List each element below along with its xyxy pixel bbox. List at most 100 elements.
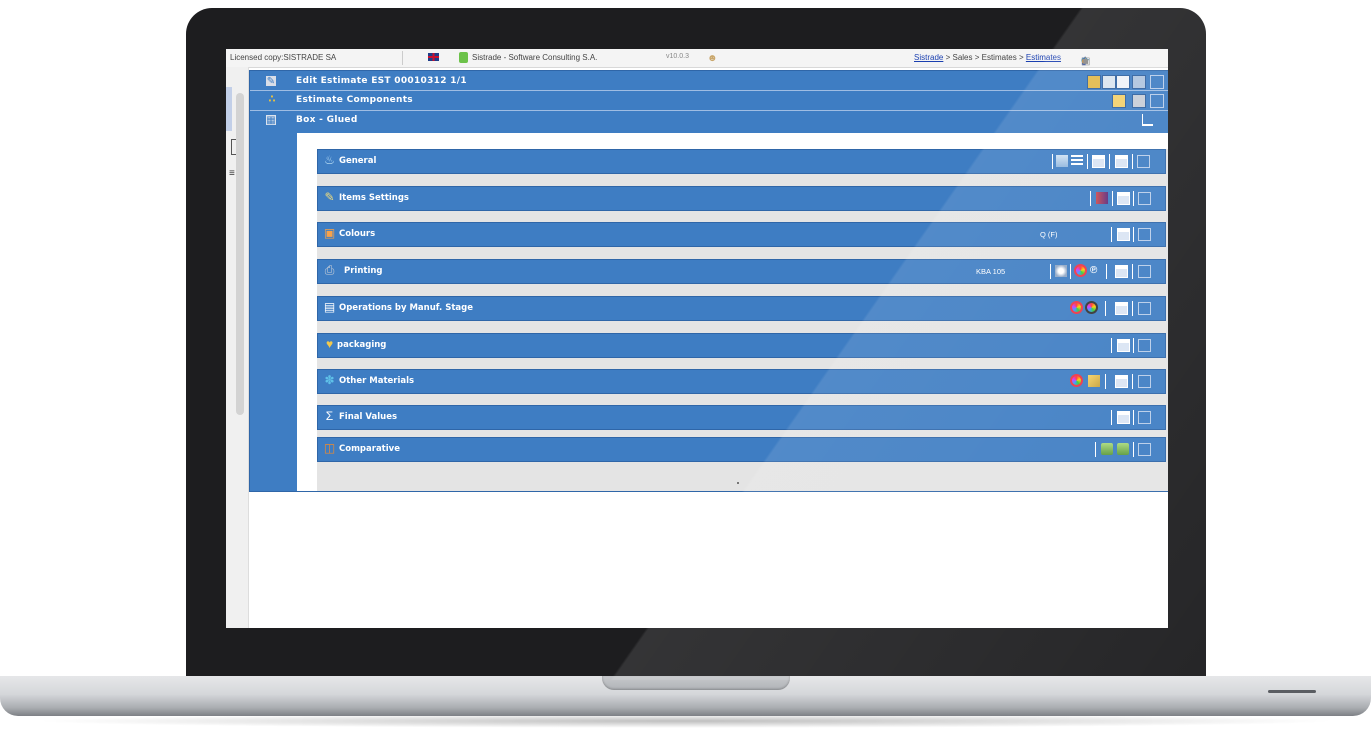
maximize-icon[interactable]: [1115, 265, 1128, 278]
estimate-components-header: ∴ Estimate Components: [250, 92, 1168, 109]
divider: [1132, 301, 1133, 316]
copy-icon[interactable]: [1132, 75, 1146, 89]
maximize-icon[interactable]: [1117, 411, 1130, 424]
divider: [1133, 410, 1134, 425]
laptop-opening-notch: [602, 676, 790, 690]
user-icon[interactable]: ☻: [707, 53, 718, 64]
panel-general[interactable]: ♨ General: [317, 149, 1166, 174]
window-icon[interactable]: [1138, 411, 1151, 424]
machine-icon[interactable]: [1055, 265, 1067, 277]
printing-value: KBA 105: [976, 267, 1006, 276]
top-bar: Licensed copy:SISTRADE SA Sistrade - Sof…: [226, 49, 1168, 68]
documents-icon[interactable]: [1102, 75, 1116, 89]
maximize-icon[interactable]: [1115, 375, 1128, 388]
grid-icon[interactable]: [1132, 94, 1146, 108]
window-icon[interactable]: [1138, 339, 1151, 352]
list-icon[interactable]: [1116, 75, 1130, 89]
panel-colours-label: Colours: [339, 229, 376, 239]
lines-icon[interactable]: [1071, 155, 1083, 167]
panel-other-materials[interactable]: ✽ Other Materials: [317, 369, 1166, 394]
menu-icon[interactable]: ≡: [229, 168, 235, 179]
compare-one-icon[interactable]: [1101, 443, 1113, 455]
divider: [1111, 227, 1112, 242]
colour-wheel-icon[interactable]: [1070, 301, 1083, 314]
scrollbar[interactable]: [236, 93, 244, 415]
company-name: Sistrade - Software Consulting S.A.: [472, 53, 598, 62]
divider: [1070, 264, 1071, 279]
colours-value: Q (F): [1040, 230, 1058, 239]
target-icon[interactable]: [1085, 301, 1098, 314]
maximize-icon[interactable]: [1117, 192, 1130, 205]
materials-icon: ✽: [324, 373, 335, 387]
panel-colours[interactable]: ▣ Colours Q (F): [317, 222, 1166, 247]
window-icon[interactable]: [1150, 75, 1164, 89]
packaging-icon: ♥: [325, 337, 334, 351]
window-icon[interactable]: [1137, 155, 1150, 168]
table-icon[interactable]: [1096, 192, 1108, 204]
panel-items-settings[interactable]: ✎ Items Settings: [317, 186, 1166, 211]
panel-final-values-label: Final Values: [339, 412, 398, 422]
breadcrumb-estimates-link[interactable]: Estimates: [1026, 53, 1061, 62]
divider: [1111, 410, 1112, 425]
resize-handle[interactable]: [737, 482, 739, 484]
general-icon: ♨: [324, 153, 335, 167]
divider: [1133, 227, 1134, 242]
panel-other-materials-label: Other Materials: [339, 376, 415, 386]
panel-final-values[interactable]: Σ Final Values: [317, 405, 1166, 430]
laptop-shadow: [30, 714, 1341, 728]
panel-general-label: General: [339, 156, 377, 166]
maximize-icon[interactable]: [1115, 155, 1128, 168]
window-icon[interactable]: [1138, 228, 1151, 241]
divider: [1133, 338, 1134, 353]
notebook-icon[interactable]: [1087, 75, 1101, 89]
panel-comparative[interactable]: ◫ Comparative: [317, 437, 1166, 462]
divider: [250, 110, 1168, 111]
form-icon[interactable]: [1092, 155, 1105, 168]
window-icon[interactable]: [1150, 94, 1164, 108]
component-content: ♨ General ✎ Items Settings ▣ Colours Q (…: [297, 133, 1168, 491]
panel-packaging-label: packaging: [337, 340, 387, 350]
divider: [1133, 191, 1134, 206]
panel-printing[interactable]: ⎙ Printing KBA 105 ℗: [317, 259, 1166, 284]
panel-operations[interactable]: ▤ Operations by Manuf. Stage: [317, 296, 1166, 321]
divider: [1105, 301, 1106, 316]
minimize-icon[interactable]: [1142, 114, 1153, 126]
maximize-icon[interactable]: [1115, 302, 1128, 315]
folder-icon[interactable]: [1088, 375, 1100, 387]
divider: [1087, 154, 1088, 169]
breadcrumb-sistrade[interactable]: Sistrade: [914, 53, 943, 62]
compare-two-icon[interactable]: [1117, 443, 1129, 455]
divider: [1133, 442, 1134, 457]
divider: [1052, 154, 1053, 169]
screen: Licensed copy:SISTRADE SA Sistrade - Sof…: [226, 49, 1168, 628]
tools-icon[interactable]: ℗: [1090, 264, 1104, 278]
maximize-icon[interactable]: [1117, 228, 1130, 241]
box-glued-header: ▦ Box - Glued: [250, 112, 1168, 129]
box-icon: ▦: [266, 115, 276, 126]
sheet-icon[interactable]: [1056, 155, 1068, 167]
divider: [1095, 442, 1096, 457]
window-icon[interactable]: [1138, 192, 1151, 205]
divider: [1050, 264, 1051, 279]
box-glued-title: Box - Glued: [296, 115, 358, 125]
colour-wheel-icon[interactable]: [1070, 374, 1083, 387]
items-settings-icon: ✎: [324, 190, 335, 204]
edit-icon: ✎: [266, 76, 276, 87]
component-tree-icon[interactable]: [1112, 94, 1126, 108]
estimate-window: ✎ Edit Estimate EST 00010312 1/1 ∴ Estim…: [249, 70, 1168, 492]
uk-flag-icon[interactable]: [428, 53, 439, 61]
window-icon[interactable]: [1138, 302, 1151, 315]
maximize-icon[interactable]: [1117, 339, 1130, 352]
left-gutter: ≡: [226, 67, 249, 628]
divider: [1105, 374, 1106, 389]
gutter-highlight: [226, 87, 232, 131]
panel-packaging[interactable]: ♥ packaging: [317, 333, 1166, 358]
window-icon[interactable]: [1138, 443, 1151, 456]
colour-wheel-icon[interactable]: [1074, 264, 1087, 277]
edit-estimate-title: Edit Estimate EST 00010312 1/1: [296, 76, 467, 86]
divider: [1106, 264, 1107, 279]
window-icon[interactable]: [1138, 375, 1151, 388]
breadcrumb: Sistrade > Sales > Estimates > Estimates: [914, 53, 1061, 62]
window-icon[interactable]: [1138, 265, 1151, 278]
chat-icon[interactable]: ▣: [1081, 56, 1092, 67]
